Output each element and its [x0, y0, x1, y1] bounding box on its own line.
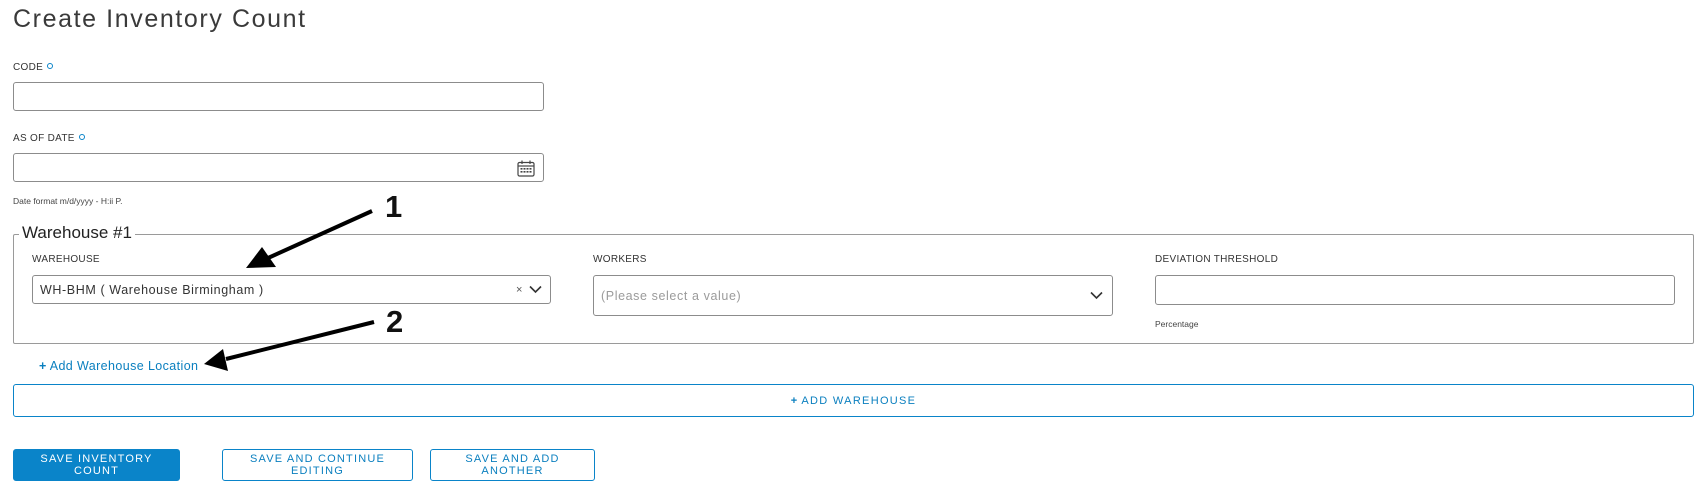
deviation-threshold-input[interactable]: [1155, 275, 1675, 305]
deviation-threshold-label: DEVIATION THRESHOLD: [1155, 254, 1279, 265]
required-dot-icon: [78, 134, 85, 140]
warehouse-label: WAREHOUSE: [32, 254, 100, 265]
workers-placeholder: (Please select a value): [601, 288, 742, 303]
as-of-date-input[interactable]: [13, 153, 544, 182]
code-label: CODE: [13, 62, 54, 74]
as-of-date-label-text: AS OF DATE: [13, 133, 75, 144]
clear-icon[interactable]: ×: [516, 284, 523, 296]
add-warehouse-button[interactable]: + ADD WAREHOUSE: [13, 384, 1694, 417]
as-of-date-label: AS OF DATE: [13, 133, 85, 145]
code-label-text: CODE: [13, 62, 44, 73]
add-warehouse-location-label: Add Warehouse Location: [49, 359, 199, 373]
annotation-label-2: 2: [386, 304, 404, 339]
annotation-label-1: 1: [385, 189, 403, 224]
plus-icon: +: [790, 394, 799, 407]
add-warehouse-label: ADD WAREHOUSE: [801, 394, 917, 407]
add-warehouse-location-link[interactable]: + Add Warehouse Location: [39, 359, 198, 373]
plus-icon: +: [39, 359, 47, 373]
percentage-help: Percentage: [1155, 319, 1199, 329]
calendar-icon[interactable]: [516, 158, 536, 178]
page-title: Create Inventory Count: [13, 5, 307, 33]
workers-label: WORKERS: [593, 254, 647, 265]
save-and-add-another-button[interactable]: SAVE AND ADD ANOTHER: [430, 449, 595, 481]
required-dot-icon: [47, 63, 54, 69]
workers-select[interactable]: (Please select a value): [593, 275, 1113, 316]
warehouse-select[interactable]: WH-BHM ( Warehouse Birmingham ) ×: [32, 275, 551, 304]
save-and-continue-editing-button[interactable]: SAVE AND CONTINUE EDITING: [222, 449, 413, 481]
save-inventory-count-button[interactable]: SAVE INVENTORY COUNT: [13, 449, 180, 481]
date-format-help: Date format m/d/yyyy - H:ii P.: [13, 196, 123, 206]
warehouse-legend: Warehouse #1: [19, 222, 135, 244]
code-input[interactable]: [13, 82, 544, 111]
chevron-down-icon[interactable]: [529, 283, 542, 296]
chevron-down-icon[interactable]: [1090, 289, 1103, 302]
warehouse-selected-value: WH-BHM ( Warehouse Birmingham ): [40, 282, 264, 297]
